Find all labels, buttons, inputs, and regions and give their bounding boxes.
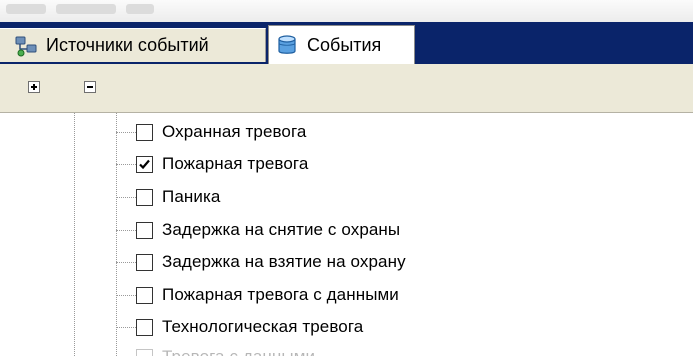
cut-off-toolbar-item [126,4,154,14]
tree-item[interactable]: Пожарная тревога [116,151,308,177]
tab-event-sources-label: Источники событий [46,35,209,55]
tree-connector [116,131,136,133]
events-cylinder-icon [275,33,299,57]
event-settings-window: Источники событий События Охранная трево… [0,0,693,356]
tree-item-label: Паника [162,187,221,206]
tab-bar: Источники событий События [0,22,693,64]
cut-off-toolbar-item [56,4,116,14]
tree-item[interactable]: Технологическая тревога [116,314,363,340]
expand-all-button[interactable] [28,81,40,93]
event-checkbox-checked[interactable] [136,155,153,173]
tree-connector [116,163,136,165]
tree-connector [116,261,136,263]
tree-item[interactable]: Тревога с данными [116,344,315,356]
event-tree: Охранная тревога Пожарная тревога Паника… [0,113,693,356]
tree-item[interactable]: Задержка на взятие на охрану [116,249,406,275]
tree-item-label: Технологическая тревога [162,317,364,336]
event-checkbox[interactable] [136,286,153,304]
tab-events[interactable]: События [268,25,415,64]
cut-off-toolbar-item [6,4,46,14]
checkmark-icon [139,159,150,169]
tree-connector [116,229,136,231]
tree-item-label: Охранная тревога [162,122,307,141]
tree-connector [116,294,136,296]
tab-event-sources[interactable]: Источники событий [0,28,266,62]
tree-item[interactable]: Пожарная тревога с данными [116,282,399,308]
tree-toolbar [0,64,693,113]
event-checkbox[interactable] [136,318,153,336]
event-checkbox[interactable] [136,253,153,271]
event-checkbox[interactable] [136,123,153,141]
tree-item[interactable]: Задержка на снятие с охраны [116,217,400,243]
tree-item-label: Пожарная тревога с данными [162,285,399,304]
event-checkbox[interactable] [136,348,153,356]
tree-item-label: Пожарная тревога [162,154,309,173]
tab-events-label: События [307,34,382,55]
window-top-edge [0,0,693,22]
tree-item-label: Тревога с данными [162,347,315,356]
event-checkbox[interactable] [136,188,153,206]
tree-item-label: Задержка на взятие на охрану [162,252,406,271]
tree-item[interactable]: Паника [116,184,220,210]
tree-connector [116,326,136,328]
event-sources-icon [14,34,38,58]
tree-connector [116,196,136,198]
event-checkbox[interactable] [136,221,153,239]
tree-item-label: Задержка на снятие с охраны [162,220,401,239]
tree-item[interactable]: Охранная тревога [116,119,306,145]
collapse-all-button[interactable] [84,81,96,93]
tree-guide-line [74,113,75,356]
